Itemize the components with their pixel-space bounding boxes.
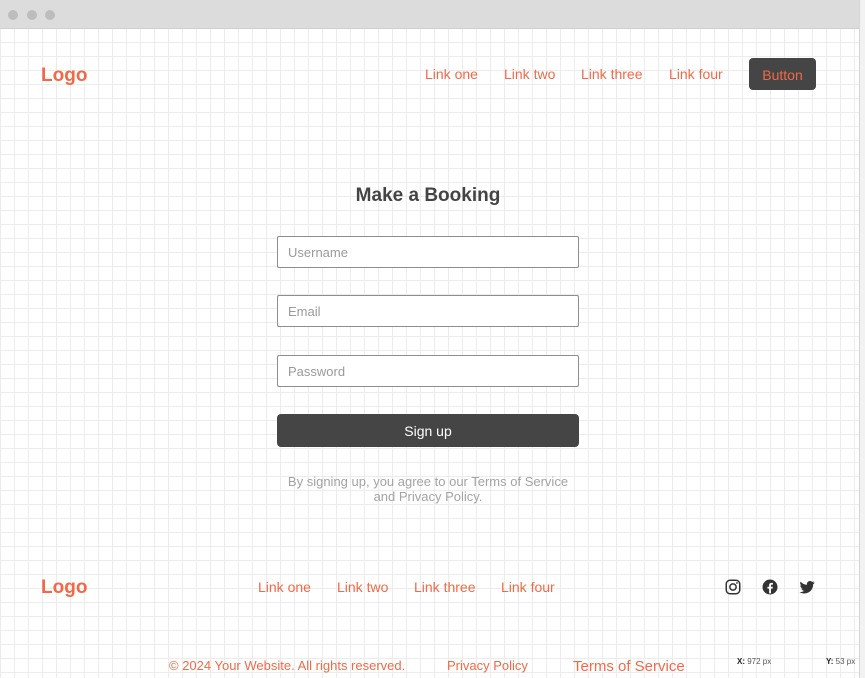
privacy-policy-link[interactable]: Privacy Policy: [447, 658, 528, 673]
form-title: Make a Booking: [355, 185, 501, 206]
copyright-text: © 2024 Your Website. All rights reserved…: [169, 658, 406, 673]
y-label: Y:: [826, 657, 834, 666]
footer-link-two[interactable]: Link two: [337, 579, 388, 595]
facebook-icon[interactable]: [761, 578, 779, 596]
disclaimer-line-2: and Privacy Policy.: [373, 489, 483, 504]
window-dot-minimize[interactable]: [27, 10, 37, 20]
footer-logo[interactable]: Logo: [41, 577, 87, 599]
footer-link-three[interactable]: Link three: [414, 579, 475, 595]
footer-link-one[interactable]: Link one: [258, 579, 311, 595]
nav-link-two[interactable]: Link two: [504, 66, 555, 82]
window-dot-maximize[interactable]: [45, 10, 55, 20]
disclaimer-line-1: By signing up, you agree to our Terms of…: [287, 474, 569, 489]
twitter-icon[interactable]: [798, 578, 816, 596]
x-coordinate-readout: X: 972 px: [737, 657, 771, 666]
header-button[interactable]: Button: [749, 58, 816, 90]
header-logo[interactable]: Logo: [41, 65, 87, 87]
window-titlebar: [0, 0, 859, 29]
terms-of-service-link[interactable]: Terms of Service: [573, 658, 685, 675]
terms-disclaimer: By signing up, you agree to our Terms of…: [272, 474, 584, 504]
x-value: 972 px: [747, 657, 772, 666]
x-label: X:: [737, 657, 745, 666]
y-value: 53 px: [835, 657, 856, 666]
nav-link-three[interactable]: Link three: [581, 66, 642, 82]
nav-link-one[interactable]: Link one: [425, 66, 478, 82]
y-coordinate-readout: Y: 53 px: [826, 657, 855, 666]
window-dot-close[interactable]: [8, 10, 18, 20]
nav-link-four[interactable]: Link four: [669, 66, 723, 82]
signup-button[interactable]: Sign up: [277, 414, 579, 447]
instagram-icon[interactable]: [724, 578, 742, 596]
scrollbar-track[interactable]: [859, 0, 865, 678]
username-input[interactable]: [277, 236, 579, 268]
email-input[interactable]: [277, 295, 579, 327]
footer-link-four[interactable]: Link four: [501, 579, 555, 595]
password-input[interactable]: [277, 355, 579, 387]
